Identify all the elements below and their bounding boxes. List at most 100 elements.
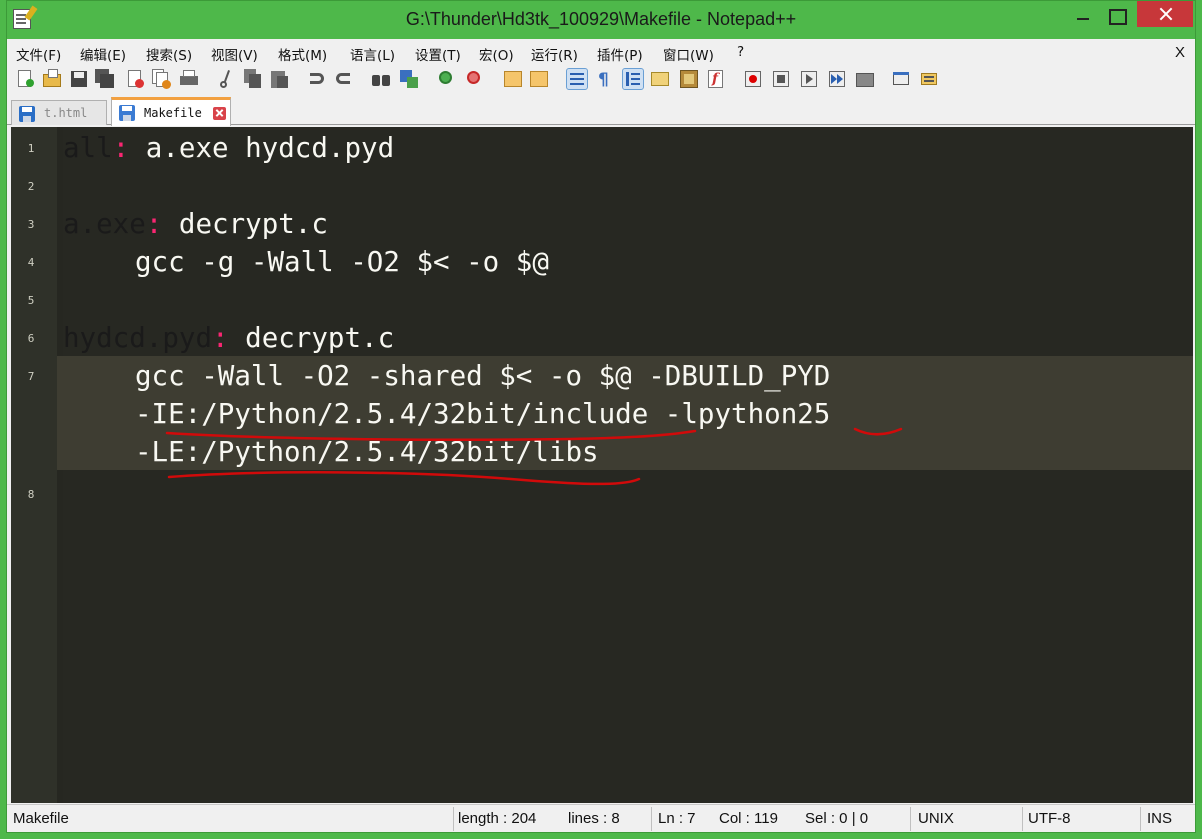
function-list-icon[interactable]: f: [706, 69, 726, 89]
tab-label: Makefile: [144, 106, 202, 120]
close-document-x[interactable]: X: [1175, 44, 1185, 61]
indent-guide-icon[interactable]: [622, 68, 644, 90]
print-icon[interactable]: [179, 69, 199, 89]
rule-colon: :: [112, 132, 130, 164]
redo-icon[interactable]: [333, 69, 353, 89]
status-eol[interactable]: UNIX: [918, 810, 954, 827]
new-file-icon[interactable]: [15, 69, 35, 89]
paste-icon[interactable]: [269, 69, 289, 89]
make-target: all: [63, 132, 113, 164]
close-icon[interactable]: [125, 69, 145, 89]
code-line: 8: [11, 475, 1193, 513]
menu-macro[interactable]: 宏(O): [479, 44, 514, 64]
find-icon[interactable]: [371, 69, 391, 89]
line-number: 8: [27, 488, 35, 501]
menu-edit[interactable]: 编辑(E): [80, 44, 126, 64]
menu-bar: 文件(F) 编辑(E) 搜索(S) 视图(V) 格式(M) 语言(L) 设置(T…: [7, 39, 1195, 65]
line-number: 1: [27, 142, 35, 155]
code-line: 1 all: a.exe hydcd.pyd: [11, 129, 1193, 167]
play-macro-icon[interactable]: [799, 69, 819, 89]
code-line: 4 gcc -g -Wall -O2 $< -o $@: [11, 243, 1193, 281]
user-lang-icon[interactable]: [650, 69, 670, 89]
zoom-in-icon[interactable]: [437, 69, 457, 89]
make-target: hydcd.pyd: [63, 322, 213, 354]
save-macro-icon[interactable]: [855, 69, 875, 89]
save-all-icon[interactable]: [95, 69, 115, 89]
save-icon[interactable]: [69, 69, 89, 89]
word-wrap-icon[interactable]: [566, 68, 588, 90]
code-line: 6 hydcd.pyd: decrypt.c: [11, 319, 1193, 357]
tab-label: t.html: [44, 106, 88, 120]
make-target: a.exe: [63, 208, 146, 240]
close-all-icon[interactable]: [151, 69, 171, 89]
rule-colon: :: [145, 208, 163, 240]
status-encoding[interactable]: UTF-8: [1028, 810, 1071, 827]
line-number: 4: [27, 256, 35, 269]
code-line-wrapped: -IE:/Python/2.5.4/32bit/include -lpython…: [11, 395, 1193, 433]
code-line: 5: [11, 281, 1193, 319]
line-number: 7: [27, 370, 35, 383]
line-number: 5: [27, 294, 35, 307]
status-insert-mode[interactable]: INS: [1147, 810, 1172, 827]
tab-bar: t.html Makefile: [7, 95, 1195, 126]
editor-area[interactable]: 1 all: a.exe hydcd.pyd 2 3 a.exe: decryp…: [11, 127, 1193, 803]
status-bar: Makefile length : 204 lines : 8 Ln : 7 C…: [7, 804, 1195, 832]
menu-file[interactable]: 文件(F): [16, 44, 61, 64]
status-file-type: Makefile: [13, 810, 69, 827]
status-selection: Sel : 0 | 0: [805, 810, 869, 827]
copy-icon[interactable]: [243, 69, 263, 89]
status-lines: lines : 8: [568, 810, 620, 827]
recipe-command: gcc -Wall -O2 -shared $< -o $@ -DBUILD_P…: [135, 360, 831, 392]
dependencies: a.exe hydcd.pyd: [129, 132, 395, 164]
dependencies: decrypt.c: [228, 322, 395, 354]
open-file-icon[interactable]: [42, 69, 62, 89]
status-length: length : 204: [458, 810, 537, 827]
saved-file-icon: [19, 106, 35, 122]
close-window-button[interactable]: [1137, 1, 1193, 27]
title-bar[interactable]: G:\Thunder\Hd3tk_100929\Makefile - Notep…: [7, 1, 1195, 39]
status-line: Ln : 7: [658, 810, 696, 827]
recipe-command: gcc -g -Wall -O2 $< -o $@: [135, 246, 549, 278]
undo-icon[interactable]: [307, 69, 327, 89]
tab-t-html[interactable]: t.html: [11, 100, 107, 125]
record-macro-icon[interactable]: [743, 69, 763, 89]
sync-vertical-icon[interactable]: [503, 69, 523, 89]
show-all-chars-icon[interactable]: ¶: [593, 69, 613, 90]
cut-icon[interactable]: [217, 69, 237, 89]
menu-search[interactable]: 搜索(S): [146, 44, 192, 64]
window-title: G:\Thunder\Hd3tk_100929\Makefile - Notep…: [405, 9, 797, 29]
stop-macro-icon[interactable]: [771, 69, 791, 89]
menu-window[interactable]: 窗口(W): [663, 44, 714, 64]
saved-file-icon: [119, 105, 135, 121]
recipe-command: -IE:/Python/2.5.4/32bit/include -lpython…: [135, 398, 831, 430]
menu-run[interactable]: 运行(R): [531, 44, 578, 64]
menu-format[interactable]: 格式(M): [278, 44, 327, 64]
close-tab-icon[interactable]: [213, 107, 226, 120]
monitoring-icon[interactable]: [919, 69, 939, 89]
rule-colon: :: [212, 322, 229, 354]
menu-language[interactable]: 语言(L): [350, 44, 395, 64]
zoom-out-icon[interactable]: [465, 69, 485, 89]
dependencies: decrypt.c: [162, 208, 328, 240]
toolbar: ¶ f: [7, 65, 1195, 95]
status-column: Col : 119: [719, 810, 778, 827]
tab-makefile[interactable]: Makefile: [111, 97, 231, 126]
code-line: 2: [11, 167, 1193, 205]
code-line: 7 gcc -Wall -O2 -shared $< -o $@ -DBUILD…: [11, 357, 1193, 395]
console-icon[interactable]: [891, 69, 911, 89]
line-number: 3: [27, 218, 35, 231]
maximize-button[interactable]: [1097, 5, 1137, 29]
run-macro-multiple-icon[interactable]: [827, 69, 847, 89]
line-number: 6: [27, 332, 35, 345]
doc-map-icon[interactable]: [679, 69, 699, 89]
code-line: 3 a.exe: decrypt.c: [11, 205, 1193, 243]
line-number: 2: [27, 180, 35, 193]
replace-icon[interactable]: [399, 69, 419, 89]
menu-plugins[interactable]: 插件(P): [597, 44, 643, 64]
menu-settings[interactable]: 设置(T): [415, 44, 461, 64]
sync-horizontal-icon[interactable]: [529, 69, 549, 89]
notepadpp-window: G:\Thunder\Hd3tk_100929\Makefile - Notep…: [6, 0, 1196, 833]
menu-view[interactable]: 视图(V): [211, 44, 258, 64]
code-line-wrapped: -LE:/Python/2.5.4/32bit/libs: [11, 433, 1193, 471]
menu-help[interactable]: ?: [737, 44, 744, 60]
